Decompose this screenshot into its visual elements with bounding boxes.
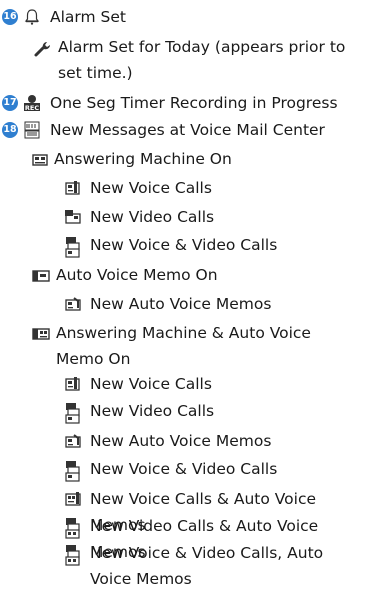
list-item-one-seg: 17 REC One Seg Timer Recording in Progre… [2,90,338,120]
new-auto-memo-icon [64,432,82,458]
auto-memo-icon [32,266,50,292]
number-badge: 17 [2,95,18,111]
voice-call-icon [64,179,82,205]
list-item-am-auto-memo: Answering Machine & Auto Voice Memo On [32,320,362,372]
list-item-new-video-calls: New Video Calls [64,204,214,234]
item-label: New Voice & Video Calls, Auto Voice Memo… [90,544,324,588]
item-label: New Voice & Video Calls [90,460,278,478]
item-label: Answering Machine On [54,150,232,168]
voicemail-icon [23,121,41,147]
list-item-answering-machine: Answering Machine On [32,146,232,176]
new-auto-memo-icon [64,295,82,321]
bell-icon [23,8,41,34]
item-label: New Voice & Video Calls [90,236,278,254]
item-label: New Messages at Voice Mail Center [50,121,325,139]
answering-machine-icon [32,150,48,176]
item-label: Alarm Set [50,8,126,26]
item-label: New Video Calls [90,208,215,226]
item-label: New Auto Voice Memos [90,432,272,450]
list-item-new-video-calls-2: New Video Calls [64,398,214,432]
item-label: New Voice Calls [90,179,212,197]
list-item-new-voice-calls: New Voice Calls [64,175,212,205]
item-label: Alarm Set for Today (appears prior to se… [58,38,346,82]
item-label: Answering Machine & Auto Voice Memo On [56,324,311,368]
item-label: New Video Calls [90,402,215,420]
icon-legend: 16 Alarm Set Alarm Set for Today (appear… [0,0,376,590]
list-item-voicemail-center: 18 New Messages at Voice Mail Center [2,117,325,147]
am-auto-memo-icon [32,324,50,350]
list-item-new-auto-voice-memos-2: New Auto Voice Memos [64,428,271,458]
list-item-new-voice-calls-2: New Voice Calls [64,371,212,401]
list-item-new-voice-video-calls: New Voice & Video Calls [64,232,277,266]
item-label: Auto Voice Memo On [56,266,218,284]
voice-video-memo-icon [64,544,82,574]
item-label: One Seg Timer Recording in Progress [50,94,338,112]
item-label: New Auto Voice Memos [90,295,272,313]
list-item-new-voice-video-calls-2: New Voice & Video Calls [64,456,277,490]
list-item-new-auto-voice-memos: New Auto Voice Memos [64,291,271,321]
number-badge: 18 [2,122,18,138]
list-item-auto-voice-memo: Auto Voice Memo On [32,262,218,292]
number-badge: 16 [2,9,18,25]
list-item-alarm-today: Alarm Set for Today (appears prior to se… [32,34,362,86]
svg-text:REC: REC [25,104,39,112]
video-call-icon [64,208,82,234]
wrench-alarm-icon [32,38,52,66]
list-item-voice-video-auto-memos: New Voice & Video Calls, Auto Voice Memo… [64,540,364,592]
list-item-alarm-set: 16 Alarm Set [2,4,126,34]
item-label: New Voice Calls [90,375,212,393]
